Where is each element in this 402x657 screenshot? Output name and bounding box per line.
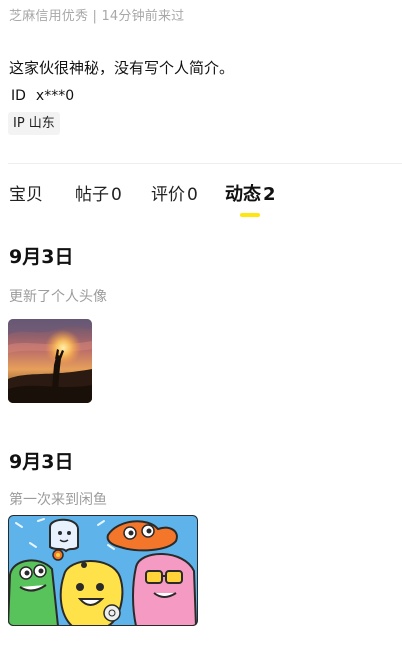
tab-activity[interactable]: 动态 2 [225, 180, 276, 206]
feed-date: 9月3日 [9, 451, 74, 473]
tab-posts[interactable]: 帖子 0 [75, 180, 122, 205]
tab-count: 2 [263, 184, 276, 205]
tab-label: 宝贝 [9, 185, 43, 205]
tab-count: 0 [187, 185, 198, 205]
credit-status-line: 芝麻信用优秀 | 14分钟前来过 [9, 9, 185, 24]
tab-label: 帖子 [75, 185, 109, 205]
feed-date: 9月3日 [9, 246, 74, 268]
profile-tabs: 宝贝 帖子 0 评价 0 动态 2 [9, 180, 399, 220]
feed-activity-text: 第一次来到闲鱼 [9, 492, 107, 508]
feed-activity-text: 更新了个人头像 [9, 289, 107, 305]
tab-label: 评价 [151, 185, 185, 205]
avatar-update-thumbnail[interactable] [8, 319, 92, 403]
profile-divider [8, 163, 402, 164]
user-id-value: x***0 [35, 88, 75, 104]
tab-reviews[interactable]: 评价 0 [151, 180, 198, 205]
tab-count: 0 [111, 185, 122, 205]
active-tab-indicator [240, 213, 260, 217]
tab-label: 动态 [225, 184, 261, 205]
first-visit-thumbnail[interactable] [8, 515, 198, 626]
ip-location-badge: IP 山东 [8, 112, 60, 135]
user-id-row: ID x***0 [11, 88, 74, 104]
profile-bio: 这家伙很神秘，没有写个人简介。 [9, 59, 235, 77]
tab-items[interactable]: 宝贝 [9, 180, 45, 205]
user-id-label: ID [11, 88, 26, 104]
